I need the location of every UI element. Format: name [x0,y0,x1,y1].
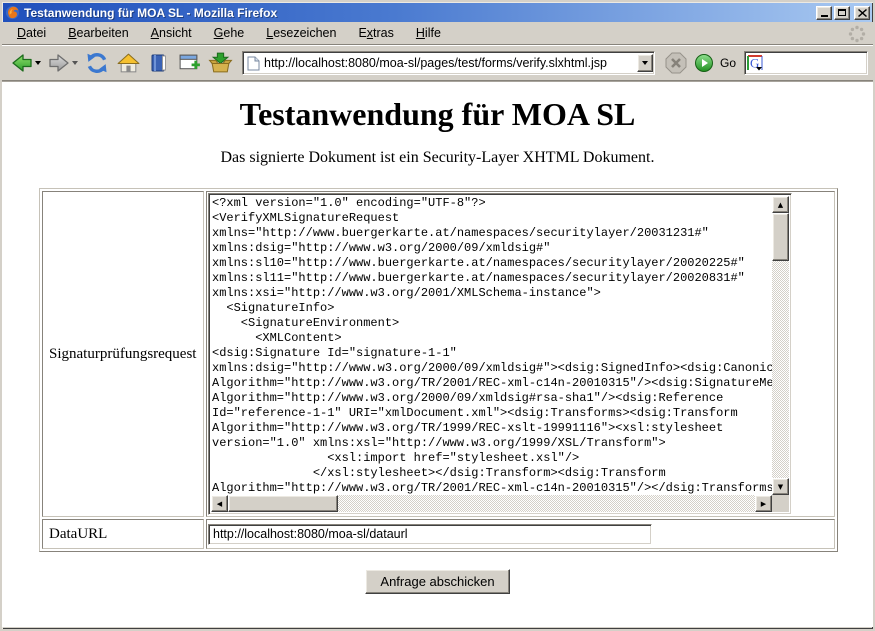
arrow-right-icon: ▶ [761,500,766,508]
home-icon [116,51,141,76]
scroll-up-button[interactable]: ▲ [772,196,789,213]
page-icon [247,56,260,71]
request-label: Signaturprüfungsrequest [42,191,204,517]
stop-button [661,48,691,78]
url-dropdown-button[interactable] [637,54,653,72]
dataurl-row: DataURL [42,519,835,549]
scroll-right-button[interactable]: ▶ [755,495,772,512]
title-bar[interactable]: Testanwendung für MOA SL - Mozilla Firef… [3,3,872,22]
scrollbar-corner [772,495,789,512]
new-window-button[interactable] [174,48,205,79]
url-bar[interactable]: http://localhost:8080/moa-sl/pages/test/… [242,51,655,75]
menu-item-datei[interactable]: Datei [6,23,57,43]
page-title: Testanwendung für MOA SL [2,96,873,133]
back-dropdown-icon[interactable] [35,61,41,65]
menu-item-extras[interactable]: Extras [347,23,404,43]
close-button[interactable] [854,6,870,20]
dataurl-label: DataURL [42,519,204,549]
new-window-icon [177,51,202,76]
forward-button[interactable] [44,48,81,78]
arrow-down-icon: ▼ [778,483,783,491]
downloads-icon [208,51,233,76]
search-box[interactable]: G [744,51,868,75]
firefox-icon [5,5,20,20]
menu-item-bearbeiten[interactable]: Bearbeiten [57,23,139,43]
menu-item-ansicht[interactable]: Ansicht [140,23,203,43]
go-button[interactable] [691,50,717,76]
vertical-scroll-thumb[interactable] [772,213,789,261]
go-label[interactable]: Go [720,56,736,70]
navigation-toolbar: http://localhost:8080/moa-sl/pages/test/… [2,45,873,81]
menu-item-gehe[interactable]: Gehe [203,23,256,43]
horizontal-scrollbar[interactable]: ◀ ▶ [211,495,772,512]
forward-dropdown-icon[interactable] [72,61,78,65]
browser-window: Testanwendung für MOA SL - Mozilla Firef… [0,0,875,631]
horizontal-scroll-thumb[interactable] [228,495,338,512]
horizontal-scroll-track[interactable] [228,495,755,512]
scroll-left-button[interactable]: ◀ [211,495,228,512]
page-subtitle: Das signierte Dokument ist ein Security-… [2,149,873,167]
minimize-icon [821,15,828,17]
stop-icon [664,51,688,75]
menu-bar: Datei Bearbeiten Ansicht Gehe Lesezeiche… [2,22,873,45]
minimize-button[interactable] [816,6,832,20]
downloads-button[interactable] [205,48,236,79]
back-button[interactable] [7,48,44,78]
home-button[interactable] [113,48,144,79]
arrow-left-icon: ◀ [217,500,222,508]
forward-icon [47,51,71,75]
scroll-down-button[interactable]: ▼ [772,478,789,495]
dataurl-input[interactable] [208,524,652,545]
maximize-icon [838,9,846,16]
back-icon [10,51,34,75]
throbber-icon [848,25,866,46]
window-title: Testanwendung für MOA SL - Mozilla Firef… [24,6,812,20]
menu-item-lesezeichen[interactable]: Lesezeichen [255,23,347,43]
request-xml-textarea[interactable]: <?xml version="1.0" encoding="UTF-8"?> <… [208,193,792,515]
maximize-button[interactable] [834,6,850,20]
request-form-table: Signaturprüfungsrequest <?xml version="1… [39,188,838,552]
url-text[interactable]: http://localhost:8080/moa-sl/pages/test/… [264,56,633,70]
search-input[interactable] [763,55,865,71]
bookmarks-button[interactable] [144,48,174,78]
vertical-scroll-track[interactable] [772,213,789,478]
arrow-up-icon: ▲ [778,201,783,209]
google-icon[interactable]: G [747,55,763,71]
request-xml-content[interactable]: <?xml version="1.0" encoding="UTF-8"?> <… [212,196,772,495]
go-icon [694,53,714,73]
bookmarks-icon [147,51,171,75]
url-dropdown-icon [642,61,648,65]
vertical-scrollbar[interactable]: ▲ ▼ [772,196,789,495]
page-content: Testanwendung für MOA SL Das signierte D… [2,81,873,627]
reload-button[interactable] [81,47,113,79]
dataurl-field-cell [206,519,835,549]
request-row: Signaturprüfungsrequest <?xml version="1… [42,191,835,517]
close-icon [858,9,867,17]
submit-request-button[interactable]: Anfrage abschicken [365,569,509,594]
menu-item-hilfe[interactable]: Hilfe [405,23,452,43]
reload-icon [84,50,110,76]
request-field-cell: <?xml version="1.0" encoding="UTF-8"?> <… [206,191,835,517]
